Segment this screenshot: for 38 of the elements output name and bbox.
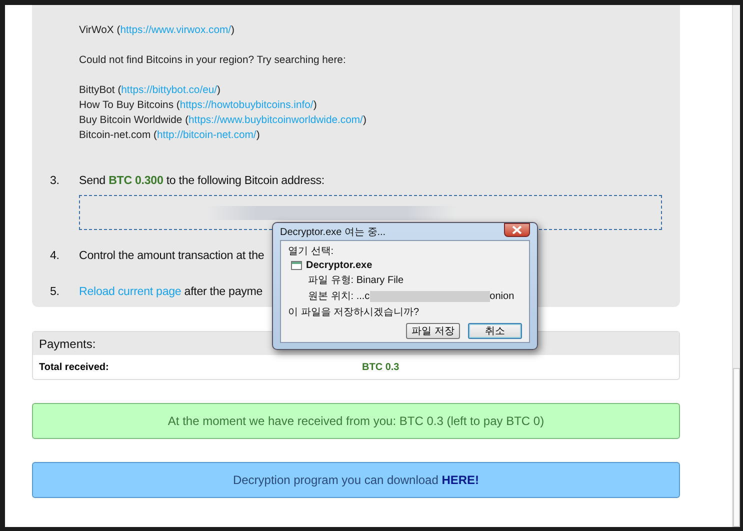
- file-source-tail: onion: [490, 290, 514, 302]
- reload-link[interactable]: Reload current page: [79, 284, 182, 298]
- exchange-entry: Bitcoin-net.com (http://bitcoin-net.com/): [79, 129, 261, 143]
- file-icon: [291, 261, 302, 270]
- payment-value: BTC 0.3: [362, 362, 400, 372]
- step-text: Reload current page after the payme: [79, 284, 263, 298]
- download-link[interactable]: HERE!: [442, 473, 480, 487]
- exchange-link[interactable]: https://howtobuybitcoins.info/: [180, 100, 314, 111]
- scrollbar[interactable]: [732, 5, 740, 527]
- scroll-thumb[interactable]: [733, 368, 740, 527]
- exchange-entry: VirWoX (https://www.virwox.com/): [79, 24, 236, 38]
- close-button[interactable]: [504, 222, 530, 236]
- dialog-button[interactable]: 취소: [468, 323, 522, 339]
- dialog-prompt: 열기 선택:: [288, 245, 335, 258]
- exchange-entry: Buy Bitcoin Worldwide (https://www.buybitcoinworldwide.com/): [79, 114, 368, 128]
- dialog-question: 이 파일을 저장하시겠습니까?: [288, 306, 420, 319]
- dialog-button[interactable]: 파일 저장: [406, 323, 460, 339]
- payments-title: Payments:: [39, 336, 96, 350]
- close-icon: [512, 226, 522, 234]
- file-name: Decryptor.exe: [306, 260, 372, 271]
- exchange-entry: How To Buy Bitcoins (https://howtobuybitcoins.info/): [79, 99, 318, 113]
- exchange-link[interactable]: https://www.virwox.com/: [120, 25, 232, 36]
- file-source: 원본 위치: ...c: [308, 290, 370, 303]
- step-number: 3.: [50, 174, 60, 186]
- step-number: 5.: [50, 284, 60, 298]
- exchange-entry: BittyBot (https://bittybot.co/eu/): [79, 84, 222, 98]
- step-text: Control the amount transaction at the: [79, 248, 264, 262]
- file-type: 파일 유형: Binary File: [308, 274, 405, 287]
- exchange-link[interactable]: https://www.buybitcoinworldwide.com/: [188, 115, 363, 126]
- dialog-title: Decryptor.exe 여는 중...: [280, 226, 386, 238]
- region-prompt: Could not find Bitcoins in your region? Try searching here:: [79, 54, 347, 68]
- download-text: Decryption program you can download HERE!: [232, 473, 480, 487]
- step-text: Send BTC 0.300 to the following Bitcoin address:: [79, 174, 324, 186]
- status-notice: At the moment we have received from you: BTC 0.3 (left to pay BTC 0): [32, 403, 680, 439]
- payment-label: Total received:: [39, 362, 110, 372]
- exchange-link[interactable]: https://bittybot.co/eu/: [121, 85, 218, 96]
- exchange-link[interactable]: http://bitcoin-net.com/: [156, 130, 256, 141]
- step-number: 4.: [50, 248, 60, 262]
